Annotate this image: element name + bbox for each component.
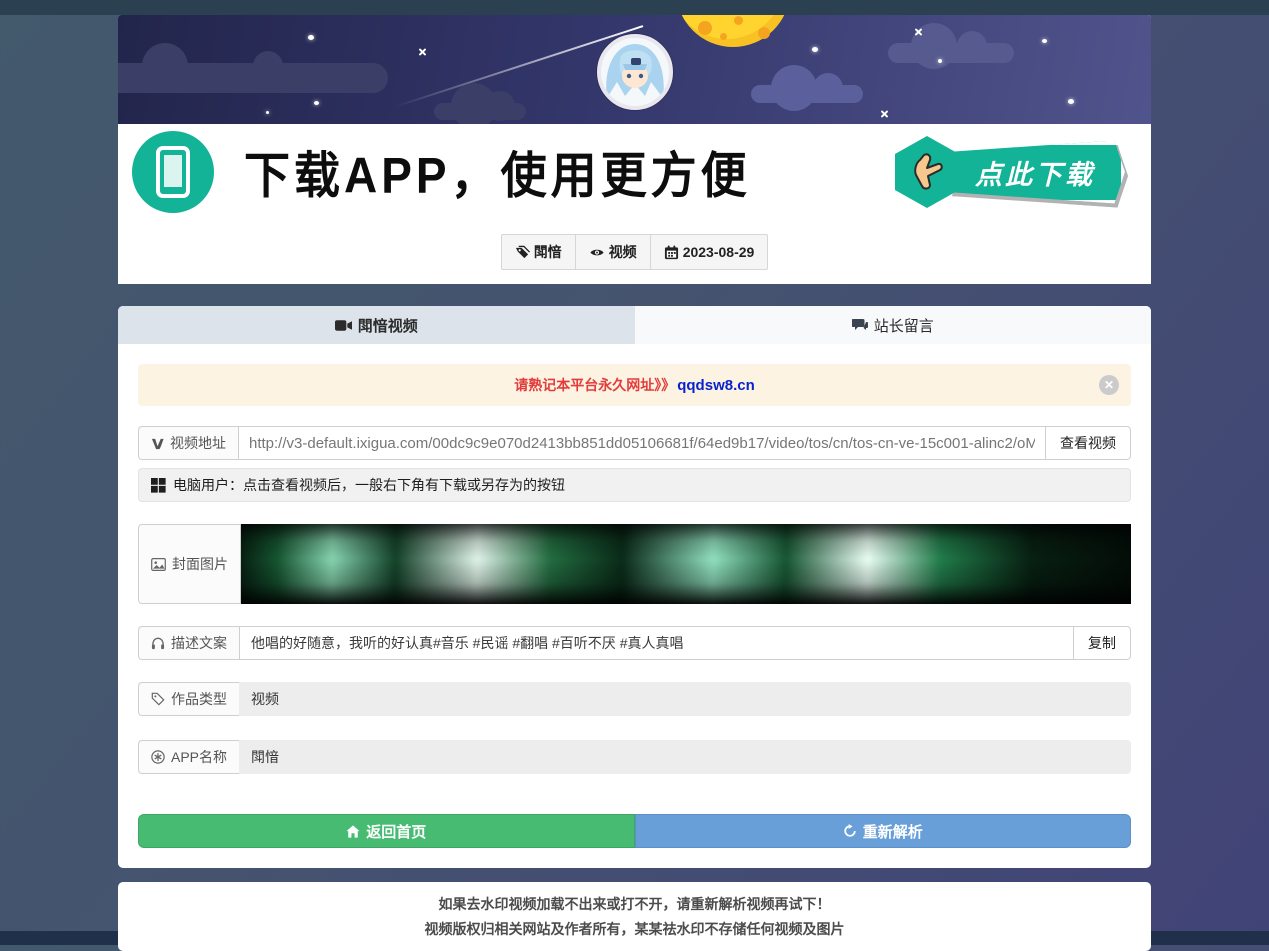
tab-message[interactable]: 站长留言 xyxy=(635,306,1152,344)
refresh-icon xyxy=(843,824,857,838)
eye-icon xyxy=(589,245,605,260)
cover-label: 封面图片 xyxy=(172,554,228,574)
home-icon xyxy=(346,825,360,838)
tag-date[interactable]: 2023-08-29 xyxy=(650,235,768,269)
video-v-icon xyxy=(151,437,164,450)
video-url-label: 视频地址 xyxy=(170,433,226,453)
app-download-banner[interactable]: 下载APP，使用更方便 点此下载 xyxy=(118,124,1151,220)
footer-card: 如果去水印视频加载不出来或打不开，请重新解析视频再试下！ 视频版权归相关网站及作… xyxy=(118,882,1151,951)
video-url-label-box: 视频地址 xyxy=(138,426,238,460)
moon-crater xyxy=(734,16,743,25)
cloud xyxy=(751,85,863,103)
star xyxy=(308,35,314,40)
moon-crater xyxy=(698,21,712,35)
cover-label-box: 封面图片 xyxy=(138,524,241,604)
description-label: 描述文案 xyxy=(171,633,227,653)
phone-circle-badge xyxy=(132,131,214,213)
image-icon xyxy=(151,558,166,571)
action-buttons: 返回首页 重新解析 xyxy=(138,814,1131,848)
star xyxy=(314,101,319,105)
tab-bar: 閗愔视频 站长留言 xyxy=(118,306,1151,344)
download-ribbon: 点此下载 xyxy=(949,141,1125,204)
tab-label: 閗愔视频 xyxy=(358,315,418,336)
work-type-value: 视频 xyxy=(239,682,1131,716)
copy-button[interactable]: 复制 xyxy=(1074,626,1131,660)
app-name-row: APP名称 閗愔 xyxy=(138,740,1131,774)
star xyxy=(914,27,923,36)
app-banner-title: 下载APP，使用更方便 xyxy=(244,136,751,207)
site-avatar[interactable] xyxy=(597,34,673,110)
tag-label: 閗愔 xyxy=(534,242,562,262)
permanent-url-alert: 请熟记本平台永久网址》》 qqdsw8.cn ✕ xyxy=(138,364,1131,406)
description-label-box: 描述文案 xyxy=(138,626,239,660)
pc-user-note: 电脑用户：点击查看视频后，一般右下角有下载或另存为的按钮 xyxy=(138,468,1131,502)
night-sky-banner xyxy=(118,15,1151,124)
description-row: 描述文案 他唱的好随意，我听的好认真#音乐 #民谣 #翻唱 #百听不厌 #真人真… xyxy=(138,626,1131,660)
asterisk-circle-icon xyxy=(151,750,165,764)
smartphone-icon xyxy=(156,146,190,198)
download-button-label[interactable]: 点此下载 xyxy=(949,141,1125,204)
alert-text: 请熟记本平台永久网址》》 xyxy=(514,375,675,395)
alert-link[interactable]: qqdsw8.cn xyxy=(677,377,755,394)
star xyxy=(266,111,269,114)
pc-note-text: 电脑用户：点击查看视频后，一般右下角有下载或另存为的按钮 xyxy=(173,475,565,495)
video-url-row: 视频地址 查看视频 xyxy=(138,426,1131,460)
tab-label: 站长留言 xyxy=(874,315,934,336)
card-body: 请熟记本平台永久网址》》 qqdsw8.cn ✕ 视频地址 查看视频 电脑 xyxy=(118,344,1151,868)
star xyxy=(418,47,427,56)
tags-icon xyxy=(515,245,530,260)
tab-video[interactable]: 閗愔视频 xyxy=(118,306,635,344)
star xyxy=(938,59,942,63)
meta-tag-group: 閗愔 视频 2023-08-29 xyxy=(501,234,769,270)
cloud xyxy=(118,63,388,93)
star xyxy=(812,47,818,52)
moon-illustration xyxy=(676,15,790,47)
tag-media-type[interactable]: 视频 xyxy=(575,235,650,269)
home-button[interactable]: 返回首页 xyxy=(138,814,635,848)
work-type-label-box: 作品类型 xyxy=(138,682,239,716)
cloud xyxy=(888,43,1014,63)
cover-image[interactable] xyxy=(241,524,1131,604)
tag-outline-icon xyxy=(151,692,165,706)
close-icon[interactable]: ✕ xyxy=(1099,375,1119,395)
work-type-label: 作品类型 xyxy=(171,689,227,709)
description-value: 他唱的好随意，我听的好认真#音乐 #民谣 #翻唱 #百听不厌 #真人真唱 xyxy=(239,626,1074,660)
home-button-label: 返回首页 xyxy=(366,821,426,842)
reparse-button[interactable]: 重新解析 xyxy=(635,814,1132,848)
video-url-input[interactable] xyxy=(238,426,1046,460)
moon-crater xyxy=(720,33,727,40)
anime-avatar-illustration xyxy=(601,38,669,106)
view-video-button[interactable]: 查看视频 xyxy=(1046,426,1131,460)
calendar-icon xyxy=(664,245,679,260)
tag-label: 2023-08-29 xyxy=(683,244,755,260)
download-cta[interactable]: 点此下载 xyxy=(895,136,1137,208)
meta-tags-area: 閗愔 视频 2023-08-29 xyxy=(118,220,1151,284)
work-type-row: 作品类型 视频 xyxy=(138,682,1131,716)
reparse-button-label: 重新解析 xyxy=(863,821,923,842)
footer-line-1: 如果去水印视频加载不出来或打不开，请重新解析视频再试下！ xyxy=(138,892,1131,917)
comments-icon xyxy=(852,318,868,332)
star xyxy=(880,109,889,118)
star xyxy=(1042,39,1047,43)
cover-image-row: 封面图片 xyxy=(138,524,1131,604)
header-card: 下载APP，使用更方便 点此下载 閗愔 xyxy=(118,15,1151,284)
cloud xyxy=(434,103,526,120)
star xyxy=(1068,99,1074,104)
main-card: 閗愔视频 站长留言 请熟记本平台永久网址》》 qqdsw8.cn ✕ xyxy=(118,306,1151,868)
video-camera-icon xyxy=(335,319,352,332)
footer-line-2: 视频版权归相关网站及作者所有，某某祛水印不存储任何视频及图片 xyxy=(138,917,1131,942)
pointing-hand-icon xyxy=(910,153,944,191)
windows-icon xyxy=(151,478,166,493)
tag-app-name[interactable]: 閗愔 xyxy=(502,235,575,269)
headphones-icon xyxy=(151,637,165,650)
moon-crater xyxy=(758,27,770,39)
app-name-label: APP名称 xyxy=(171,747,227,767)
page-container: 下载APP，使用更方便 点此下载 閗愔 xyxy=(118,0,1151,951)
app-name-label-box: APP名称 xyxy=(138,740,239,774)
tag-label: 视频 xyxy=(609,242,637,262)
app-name-value: 閗愔 xyxy=(239,740,1131,774)
